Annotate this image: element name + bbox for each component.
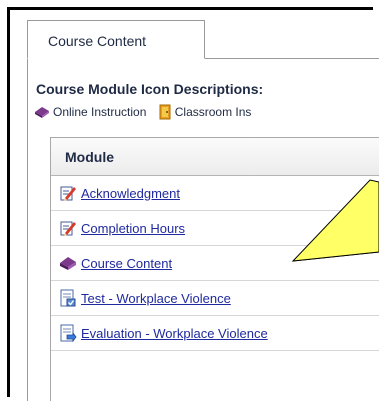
tab-course-content-label: Course Content <box>48 33 147 49</box>
table-row: Acknowledgment <box>51 176 379 211</box>
legend-item-online-instruction: Online Instruction <box>34 105 146 119</box>
module-link-acknowledgment[interactable]: Acknowledgment <box>81 186 180 201</box>
purple-book-icon <box>35 107 49 118</box>
module-grid-header: Module <box>51 138 379 176</box>
pencil-document-icon <box>60 186 76 201</box>
tab-course-content[interactable]: Course Content <box>27 20 205 59</box>
legend-label-classroom: Classroom Ins <box>174 105 252 119</box>
module-link-course-content[interactable]: Course Content <box>81 256 172 271</box>
module-grid: Module Acknowledgment Completion Hours C… <box>50 137 379 401</box>
table-row: Completion Hours <box>51 211 379 246</box>
icon-legend-title: Course Module Icon Descriptions: <box>36 81 264 97</box>
pencil-document-icon <box>60 221 76 236</box>
table-row: Evaluation - Workplace Violence <box>51 316 379 351</box>
icon-legend: Online Instruction Classroom Ins <box>34 104 379 122</box>
evaluation-document-icon <box>60 324 77 342</box>
legend-label-online-instruction: Online Instruction <box>53 105 147 119</box>
legend-item-classroom: Classroom Ins <box>158 104 252 120</box>
module-link-evaluation-workplace-violence[interactable]: Evaluation - Workplace Violence <box>81 326 268 341</box>
test-document-icon <box>60 289 76 307</box>
classroom-door-icon <box>159 104 171 120</box>
module-link-completion-hours[interactable]: Completion Hours <box>81 221 185 236</box>
module-column-header: Module <box>65 149 114 165</box>
table-row: Test - Workplace Violence <box>51 281 379 316</box>
table-row: Course Content <box>51 246 379 281</box>
module-link-test-workplace-violence[interactable]: Test - Workplace Violence <box>81 291 231 306</box>
purple-book-icon <box>60 257 76 270</box>
